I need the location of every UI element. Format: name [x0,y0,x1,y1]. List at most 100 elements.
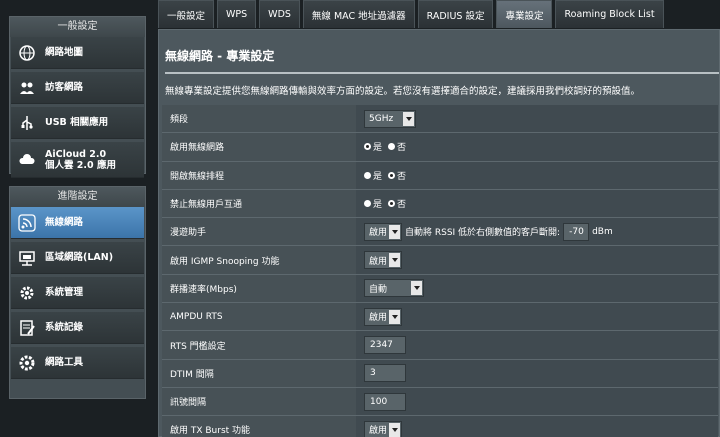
radio-icon [364,171,371,179]
roaming-assistant-select-value: 啟用 [369,228,388,239]
tools-icon [17,353,37,373]
sidebar-item-label: 系統記錄 [45,322,84,333]
tab-radius[interactable]: RADIUS 設定 [417,0,494,28]
wifi-icon [17,213,37,233]
dtim-interval-input[interactable]: 3 [364,364,406,383]
tab-professional[interactable]: 專業設定 [496,0,553,28]
tx-burst-select[interactable]: 啟用 [364,420,402,437]
chevron-down-icon [389,224,400,239]
multicast-rate-label: 群播速率(Mbps) [162,274,356,303]
table-row: 群播速率(Mbps) 自動 [162,274,718,304]
sidebar-item-label: 系統管理 [45,287,84,298]
globe-icon [17,43,37,63]
title-divider [165,72,719,74]
sidebar-item-sublabel: 個人雲 2.0 應用 [45,159,116,171]
lan-icon [17,248,37,268]
tab-bar: 一般設定 WPS WDS 無線 MAC 地址過濾器 RADIUS 設定 專業設定… [158,0,667,28]
band-label: 頻段 [162,105,356,133]
sidebar-item-network-tools[interactable]: 網路工具 [11,347,144,379]
sidebar-item-wireless[interactable]: 無線網路 [11,207,144,239]
tab-mac-filter[interactable]: 無線 MAC 地址過濾器 [302,0,415,28]
table-row: 訊號間隔 100 [162,387,718,417]
log-icon [17,318,37,338]
sidebar-item-guest-network[interactable]: 訪客網路 [11,72,144,104]
table-row: AMPDU RTS 啟用 [162,303,718,332]
chevron-down-icon [389,309,400,324]
tab-wps[interactable]: WPS [217,0,257,28]
ap-isolation-label: 禁止無線用戶互通 [162,189,356,218]
table-row: DTIM 間隔 3 [162,359,718,388]
rts-threshold-label: RTS 門檻設定 [162,331,356,359]
tx-burst-select-value: 啟用 [369,426,388,437]
tab-wds[interactable]: WDS [259,0,300,28]
main-panel: 無線網路 - 專業設定 無線專業設定提供您無線網路傳輸與效率方面的設定。若您沒有… [158,29,720,437]
enable-schedule-label: 開啟無線排程 [162,161,356,189]
ampdu-rts-select[interactable]: 啟用 [364,307,402,326]
sidebar-item-aicloud[interactable]: AiCloud 2.0 個人雲 2.0 應用 [11,142,144,178]
enable-radio-yes[interactable]: 是 [364,140,382,153]
sidebar-item-lan[interactable]: 區域網路(LAN) [11,242,144,274]
tx-burst-label: 啟用 TX Burst 功能 [162,416,356,437]
sidebar-item-usb[interactable]: USB 相關應用 [11,107,144,139]
ap-isolation-no-label: 否 [397,200,407,211]
settings-table: 頻段 5GHz 啟用無線網路 是 否 開啟無線排程 是 否 禁止無線用戶互通 是… [162,105,718,437]
roaming-assistant-text: 自動將 RSSI 低於右側數值的客戶斷開: [405,228,561,239]
sidebar-item-network-map[interactable]: 網路地圖 [11,37,144,69]
roaming-assistant-select[interactable]: 啟用 [364,222,402,241]
multicast-rate-select-value: 自動 [369,284,388,295]
gear-icon [17,283,37,303]
radio-selected-icon [388,171,396,179]
tab-roaming-block-list[interactable]: Roaming Block List [555,0,664,28]
igmp-snooping-select[interactable]: 啟用 [364,251,402,270]
table-row: 禁止無線用戶互通 是 否 [162,189,718,219]
table-row: 啟用 IGMP Snooping 功能 啟用 [162,246,718,275]
beacon-interval-input[interactable]: 100 [364,392,406,411]
guest-network-icon [17,78,37,98]
page-title: 無線網路 - 專業設定 [165,49,275,63]
table-row: 啟用無線網路 是 否 [162,133,718,162]
enable-schedule-yes[interactable]: 是 [364,169,382,182]
menu-group-general-title: 一般設定 [10,17,145,37]
igmp-snooping-label: 啟用 IGMP Snooping 功能 [162,246,356,274]
enable-radio-label: 啟用無線網路 [162,133,356,161]
chevron-down-icon [389,253,400,268]
ap-isolation-no[interactable]: 否 [388,197,406,210]
table-row: 啟用 TX Burst 功能 啟用 [162,416,718,437]
beacon-interval-label: 訊號間隔 [162,387,356,416]
table-row: RTS 門檻設定 2347 [162,331,718,360]
table-row: 漫遊助手 啟用 自動將 RSSI 低於右側數值的客戶斷開: -70 dBm [162,218,718,247]
sidebar-item-administration[interactable]: 系統管理 [11,277,144,309]
band-select-value: 5GHz [369,113,394,124]
rssi-input[interactable]: -70 [563,222,590,241]
tab-general[interactable]: 一般設定 [158,0,215,28]
radio-icon [388,143,396,151]
menu-group-advanced: 進階設定 無線網路 區域網路(LAN) 系統管理 系統記錄 網路工具 [9,186,146,399]
igmp-snooping-select-value: 啟用 [369,256,388,267]
dtim-interval-label: DTIM 間隔 [162,359,356,387]
enable-radio-yes-label: 是 [373,143,383,154]
menu-group-advanced-title: 進階設定 [10,187,145,207]
radio-selected-icon [388,200,396,208]
enable-schedule-yes-label: 是 [373,171,383,182]
enable-schedule-no[interactable]: 否 [388,169,406,182]
sidebar-item-label: 網路地圖 [45,47,84,58]
menu-group-general: 一般設定 網路地圖 訪客網路 USB 相關應用 AiCloud 2.0 個人雲 … [9,16,146,178]
table-row: 開啟無線排程 是 否 [162,161,718,190]
ampdu-rts-label: AMPDU RTS [162,303,356,331]
ap-isolation-yes[interactable]: 是 [364,197,382,210]
enable-radio-no[interactable]: 否 [388,140,406,153]
ampdu-rts-select-value: 啟用 [369,313,388,324]
enable-radio-no-label: 否 [397,143,407,154]
rts-threshold-input[interactable]: 2347 [364,336,406,355]
ap-isolation-yes-label: 是 [373,200,383,211]
multicast-rate-select[interactable]: 自動 [364,279,424,298]
roaming-assistant-label: 漫遊助手 [162,218,356,246]
sidebar-item-label: 無線網路 [45,217,84,228]
sidebar-item-label: 網路工具 [45,357,84,368]
usb-icon [17,113,37,133]
band-select[interactable]: 5GHz [364,109,416,128]
sidebar-item-system-log[interactable]: 系統記錄 [11,312,144,344]
chevron-down-icon [389,422,400,437]
cloud-icon [17,150,37,170]
sidebar-item-label: USB 相關應用 [45,117,109,128]
